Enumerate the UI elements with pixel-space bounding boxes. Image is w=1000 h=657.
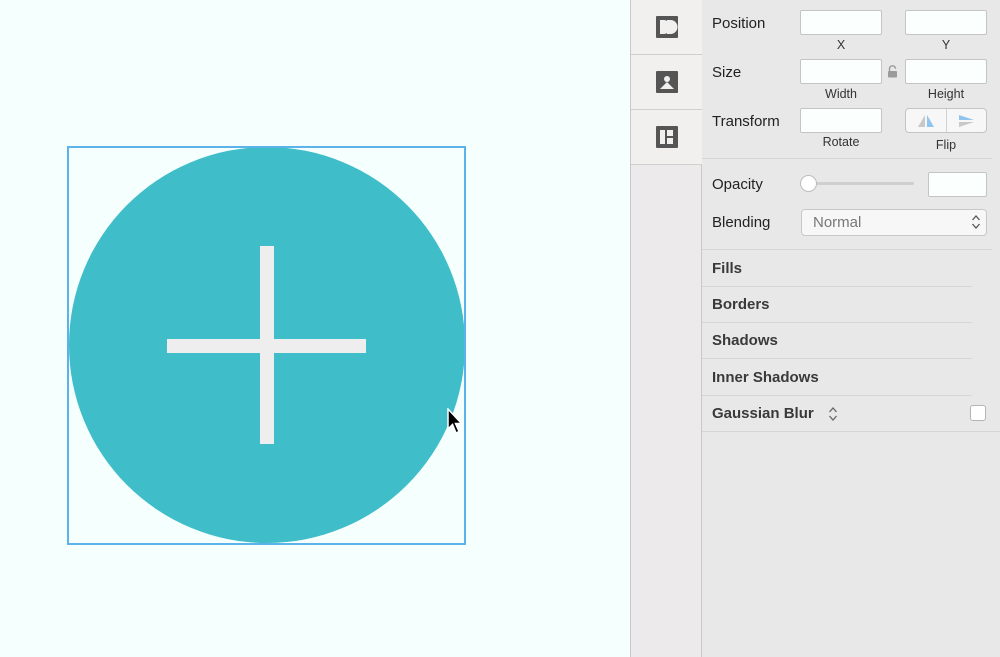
tool-strip: [630, 0, 702, 657]
size-width-input[interactable]: [800, 59, 882, 84]
position-y-input[interactable]: [905, 10, 987, 35]
mouse-cursor-icon: [447, 408, 464, 435]
symbol-panel-button[interactable]: [631, 110, 702, 165]
inner-shadows-section-header[interactable]: Inner Shadows: [712, 369, 819, 386]
chevron-up-down-icon[interactable]: [828, 406, 838, 422]
dribbble-export-button[interactable]: [631, 0, 702, 55]
chevron-up-down-icon: [972, 215, 980, 229]
divider: [702, 249, 992, 250]
selection-bounding-box[interactable]: [67, 146, 466, 545]
position-y-label: Y: [941, 38, 951, 52]
blending-label: Blending: [712, 214, 771, 231]
opacity-label: Opacity: [712, 176, 763, 193]
position-x-label: X: [836, 38, 846, 52]
size-height-label: Height: [927, 87, 965, 101]
rotate-label: Rotate: [822, 135, 860, 149]
position-label: Position: [712, 15, 766, 32]
fills-section-header[interactable]: Fills: [712, 260, 742, 277]
opacity-slider-track[interactable]: [802, 182, 914, 185]
flip-vertical-icon: [959, 114, 975, 127]
flip-button-group: [905, 108, 987, 133]
size-height-input[interactable]: [905, 59, 987, 84]
image-upload-icon: [655, 71, 678, 93]
size-width-label: Width: [825, 87, 857, 101]
flip-vertical-button[interactable]: [945, 109, 987, 132]
rotate-input[interactable]: [800, 108, 882, 133]
position-x-input[interactable]: [800, 10, 882, 35]
divider: [702, 322, 972, 323]
divider: [702, 286, 972, 287]
canvas[interactable]: [0, 0, 630, 657]
inspector-panel: Position X Y Size Width Height Transform…: [702, 0, 1000, 657]
borders-section-header[interactable]: Borders: [712, 296, 770, 313]
flip-horizontal-icon: [917, 114, 934, 127]
divider: [702, 431, 1000, 432]
divider: [702, 358, 972, 359]
symbol-panel-icon: [655, 126, 678, 148]
size-label: Size: [712, 64, 742, 81]
dribbble-export-icon: [655, 16, 678, 38]
flip-label: Flip: [935, 138, 957, 152]
shadows-section-header[interactable]: Shadows: [712, 332, 778, 349]
transform-label: Transform: [712, 113, 780, 130]
divider: [702, 395, 972, 396]
gaussian-blur-section-header[interactable]: Gaussian Blur: [712, 405, 814, 422]
blending-select[interactable]: Normal: [801, 209, 987, 236]
lock-icon[interactable]: [887, 65, 898, 78]
divider: [702, 158, 992, 159]
gaussian-blur-checkbox[interactable]: [970, 405, 986, 421]
opacity-slider-knob[interactable]: [800, 175, 817, 192]
opacity-input[interactable]: [928, 172, 987, 197]
image-upload-button[interactable]: [631, 55, 702, 110]
blending-selected-value: Normal: [813, 214, 862, 231]
flip-horizontal-button[interactable]: [906, 109, 946, 132]
